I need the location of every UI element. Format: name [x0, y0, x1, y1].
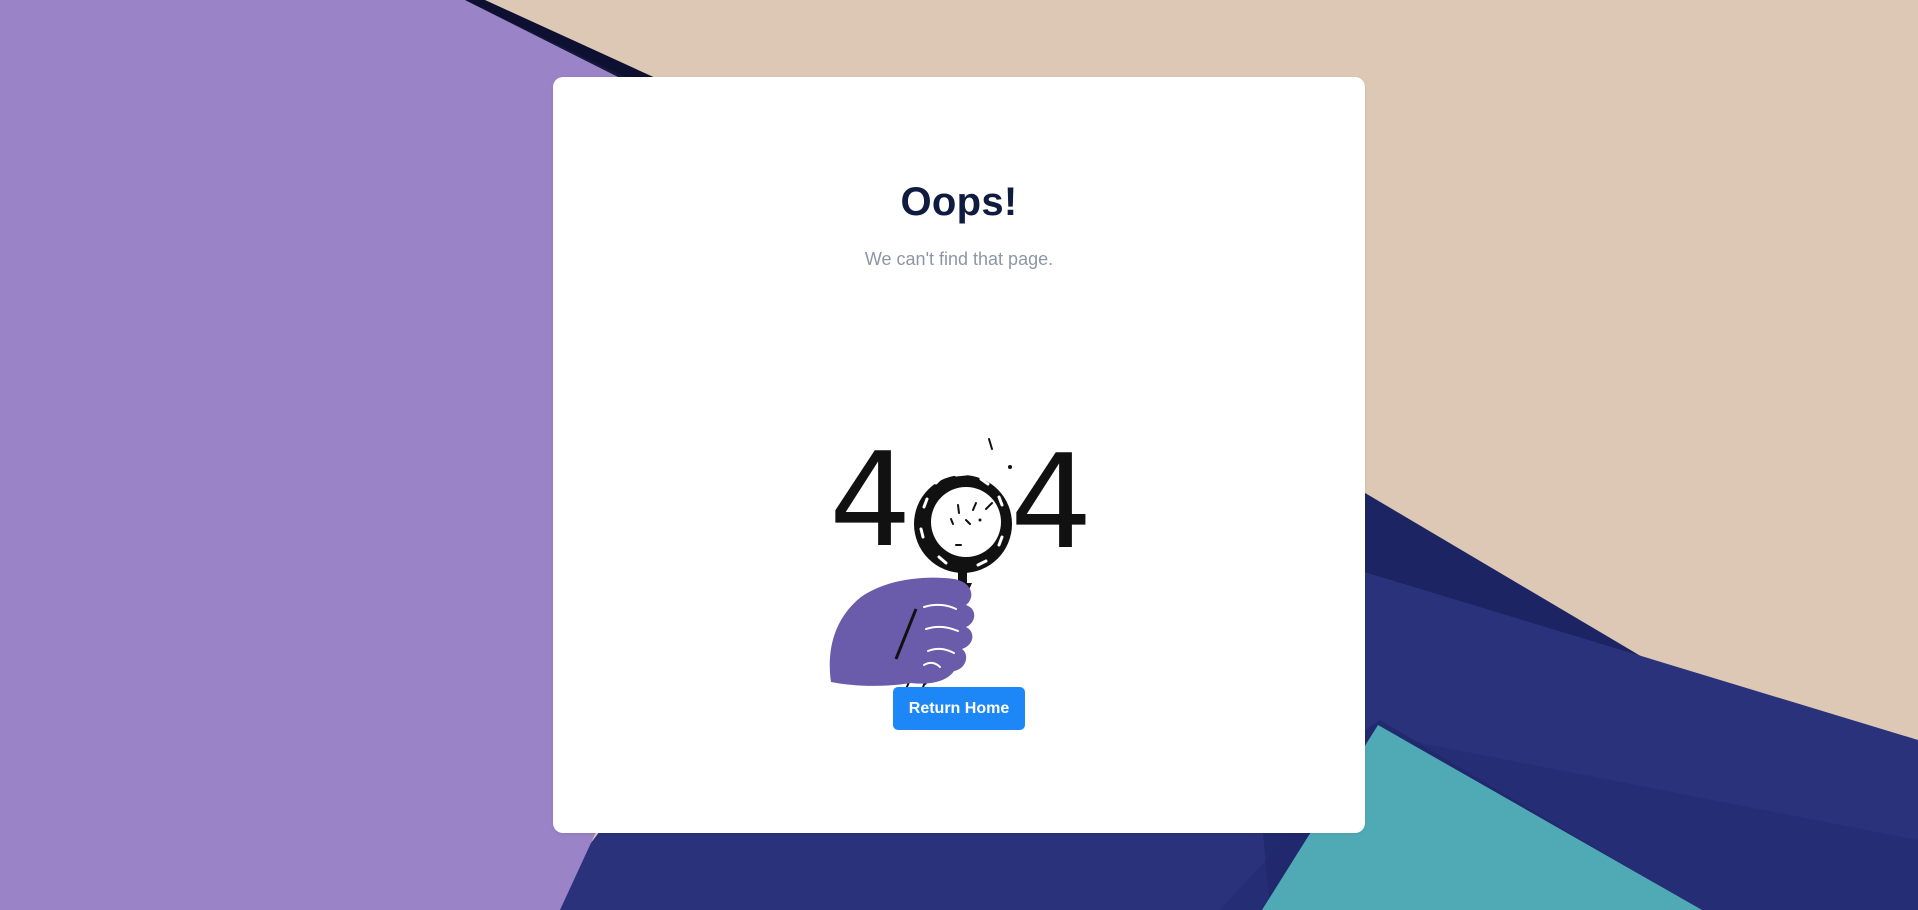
page-subtitle: We can't find that page. — [864, 249, 1054, 269]
digit-four-left: 4 — [829, 424, 912, 576]
page-title: Oops! — [900, 180, 1018, 224]
return-home-button[interactable]: Return Home — [893, 687, 1025, 730]
page-root: Oops! We can't find that page. 4 4 Retur… — [0, 0, 1918, 910]
404-illustration: 4 4 — [829, 424, 1093, 697]
hand-icon — [829, 577, 975, 686]
digit-four-right: 4 — [1010, 426, 1093, 578]
error-card: Oops! We can't find that page. 4 4 Retur… — [553, 77, 1365, 833]
